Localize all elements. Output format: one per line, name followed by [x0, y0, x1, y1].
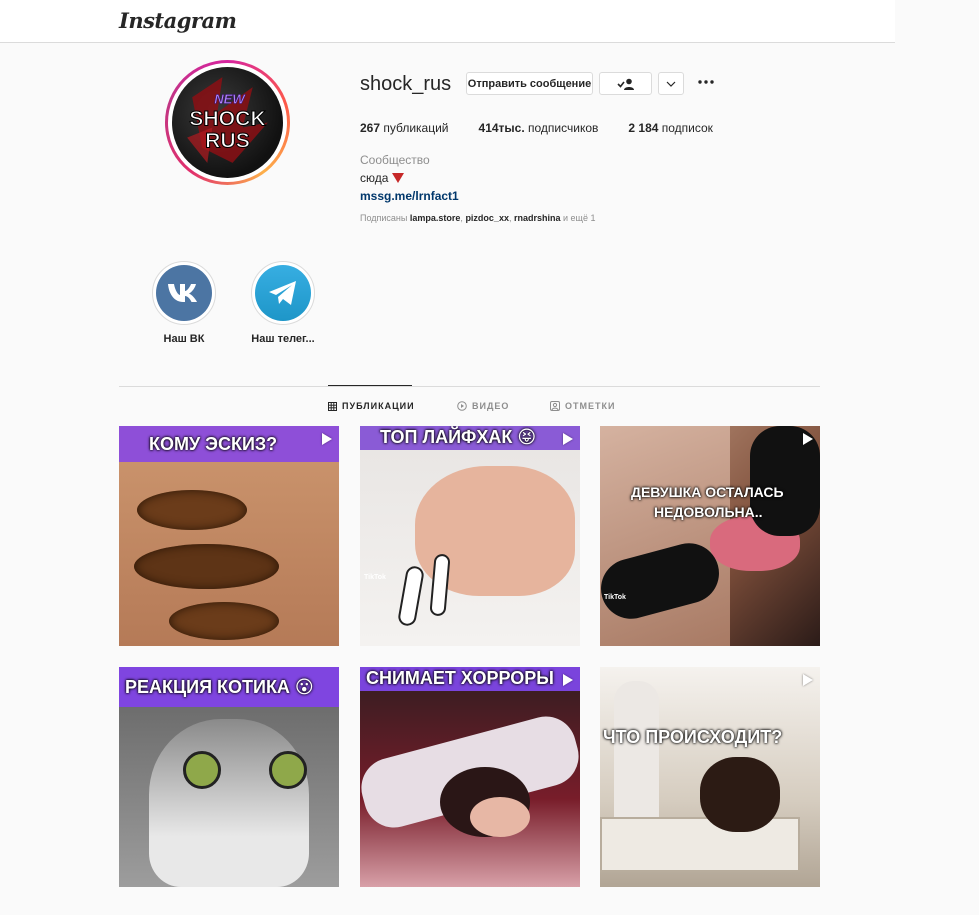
- tab-label: ВИДЕО: [472, 401, 510, 411]
- active-tab-indicator: [328, 385, 412, 386]
- tab-label: ПУБЛИКАЦИИ: [342, 401, 415, 411]
- highlight-telegram[interactable]: Наш телег...: [251, 261, 315, 345]
- bio-text: сюда: [360, 171, 389, 185]
- followers-label: подписчиков: [528, 121, 599, 135]
- post-thumbnail[interactable]: ЧТО ПРОИСХОДИТ?: [600, 667, 820, 887]
- video-play-icon: [803, 674, 813, 686]
- post-thumbnail[interactable]: СНИМАЕТ ХОРРОРЫ: [360, 667, 580, 887]
- avatar-text-rus: RUS: [205, 130, 250, 153]
- video-play-icon: [803, 433, 813, 445]
- tag-icon: [550, 401, 560, 411]
- post-caption: ЧТО ПРОИСХОДИТ?: [603, 727, 783, 747]
- tattoo-pattern: [169, 602, 279, 640]
- tattoo-pattern: [134, 544, 279, 589]
- cat-eye: [269, 751, 307, 789]
- video-play-icon: [563, 433, 573, 445]
- post-thumbnail[interactable]: TikTok ДЕВУШКА ОСТАЛАСЬ НЕДОВОЛЬНА..: [600, 426, 820, 646]
- followed-by-prefix: Подписаны: [360, 213, 408, 223]
- tabs-divider: [119, 386, 820, 387]
- tiktok-watermark: TikTok: [604, 594, 626, 601]
- cat-image: [149, 719, 309, 887]
- avatar-image: NEW SHOCK RUS: [187, 77, 268, 163]
- post-caption-line2: НЕДОВОЛЬНА..: [654, 504, 763, 520]
- followed-by-suffix: и ещё 1: [563, 213, 596, 223]
- highlight-label: Наш телег...: [251, 333, 315, 345]
- highlight-label: Наш ВК: [163, 333, 205, 345]
- profile-avatar[interactable]: NEW SHOCK RUS: [165, 60, 290, 185]
- person-image: [614, 681, 659, 831]
- send-message-button[interactable]: Отправить сообщение: [466, 72, 593, 95]
- vk-icon: [168, 284, 197, 302]
- post-caption: РЕАКЦИЯ КОТИКА 😮: [125, 677, 314, 697]
- cat-eye: [183, 751, 221, 789]
- tab-video[interactable]: ВИДЕО: [457, 401, 509, 411]
- tab-posts[interactable]: ПУБЛИКАЦИИ: [328, 401, 415, 411]
- following-check-user-icon: [616, 78, 634, 90]
- person-image: [700, 757, 780, 832]
- post-caption: СНИМАЕТ ХОРРОРЫ: [366, 668, 554, 688]
- followed-by-user: rnadrshina: [513, 213, 561, 223]
- video-play-icon: [322, 433, 332, 445]
- top-navbar: Instagram: [0, 0, 895, 43]
- profile-link[interactable]: mssg.me/lrnfact1: [360, 189, 459, 203]
- video-play-icon: [563, 674, 573, 686]
- highlight-vk[interactable]: Наш ВК: [152, 261, 216, 345]
- tattoo-pattern: [137, 490, 247, 530]
- profile-stats: 267 публикаций 414тыс. подписчиков 2 184…: [360, 121, 743, 135]
- profile-category: Сообщество: [360, 153, 430, 167]
- posts-label: публикаций: [383, 121, 449, 135]
- post-thumbnail[interactable]: РЕАКЦИЯ КОТИКА 😮: [119, 667, 339, 887]
- post-thumbnail[interactable]: TikTok ТОП ЛАЙФХАК 😝: [360, 426, 580, 646]
- profile-username: shock_rus: [360, 73, 452, 95]
- followed-by-user: pizdoc_xx: [465, 213, 509, 223]
- instagram-logo[interactable]: Instagram: [119, 8, 237, 33]
- more-options-icon[interactable]: [697, 77, 715, 87]
- followers-stat[interactable]: 414тыс. подписчиков: [479, 121, 599, 135]
- following-count: 2 184: [628, 121, 659, 135]
- post-thumbnail[interactable]: КОМУ ЭСКИЗ?: [119, 426, 339, 646]
- following-button[interactable]: [599, 72, 652, 95]
- tab-label: ОТМЕТКИ: [565, 401, 616, 411]
- play-circle-icon: [457, 401, 467, 411]
- face-image: [470, 797, 530, 837]
- tab-tagged[interactable]: ОТМЕТКИ: [550, 401, 615, 411]
- followers-count: 414тыс.: [478, 121, 525, 135]
- following-label: подписок: [661, 121, 713, 135]
- chevron-down-icon: [666, 81, 676, 87]
- red-triangle-down-icon: [392, 173, 405, 183]
- posts-count: 267: [360, 121, 381, 135]
- post-caption: КОМУ ЭСКИЗ?: [149, 434, 278, 454]
- post-caption-line1: ДЕВУШКА ОСТАЛАСЬ: [631, 484, 784, 500]
- following-stat[interactable]: 2 184 подписок: [628, 121, 713, 135]
- nail-image: [396, 564, 426, 628]
- grid-icon: [328, 401, 337, 411]
- avatar-text-shock: SHOCK: [189, 108, 266, 131]
- bathtub-image: [600, 817, 800, 872]
- telegram-icon: [269, 281, 296, 305]
- post-caption: ТОП ЛАЙФХАК 😝: [380, 427, 537, 447]
- followed-by-user: lampa.store: [409, 213, 461, 223]
- suggested-accounts-dropdown-button[interactable]: [658, 72, 684, 95]
- profile-bio: сюда: [360, 171, 405, 185]
- tiktok-watermark: TikTok: [364, 574, 386, 581]
- avatar-text-new: NEW: [214, 91, 246, 106]
- followed-by[interactable]: Подписаны lampa.store, pizdoc_xx, rnadrs…: [360, 213, 595, 223]
- posts-stat: 267 публикаций: [360, 121, 449, 135]
